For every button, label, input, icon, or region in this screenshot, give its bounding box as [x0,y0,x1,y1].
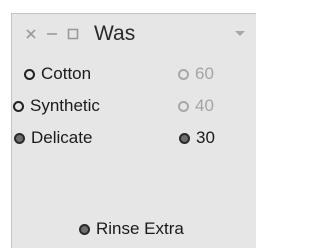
radio-label: Delicate [31,128,93,147]
radio-temp-40[interactable]: 40 [178,96,214,116]
radio-label: Synthetic [30,96,100,115]
title-bar[interactable]: Was [12,14,257,54]
radio-temp-60[interactable]: 60 [178,64,214,84]
radio-delicate[interactable]: Delicate [14,128,92,148]
radio-selected-icon [79,223,90,235]
radio-synthetic[interactable]: Synthetic [13,96,100,116]
radio-label: Cotton [41,64,92,83]
radio-temp-30[interactable]: 30 [179,128,215,148]
radio-rinse-extra[interactable]: Rinse Extra [79,219,184,239]
radio-selected-icon [14,132,25,144]
radio-label: Rinse Extra [96,219,184,238]
minimize-icon[interactable] [43,14,61,54]
radio-label: 40 [195,96,214,115]
radio-unselected-icon [178,100,189,112]
radio-selected-icon [179,132,190,144]
radio-unselected-icon [24,68,35,80]
radio-unselected-icon [13,100,24,112]
menu-dropdown-icon[interactable] [232,14,248,54]
window-title: Was [94,22,136,45]
radio-label: 60 [195,64,214,83]
radio-unselected-icon [178,68,189,80]
close-icon[interactable] [22,14,40,54]
maximize-icon[interactable] [64,14,82,54]
radio-cotton[interactable]: Cotton [24,64,91,84]
radio-label: 30 [196,128,215,147]
